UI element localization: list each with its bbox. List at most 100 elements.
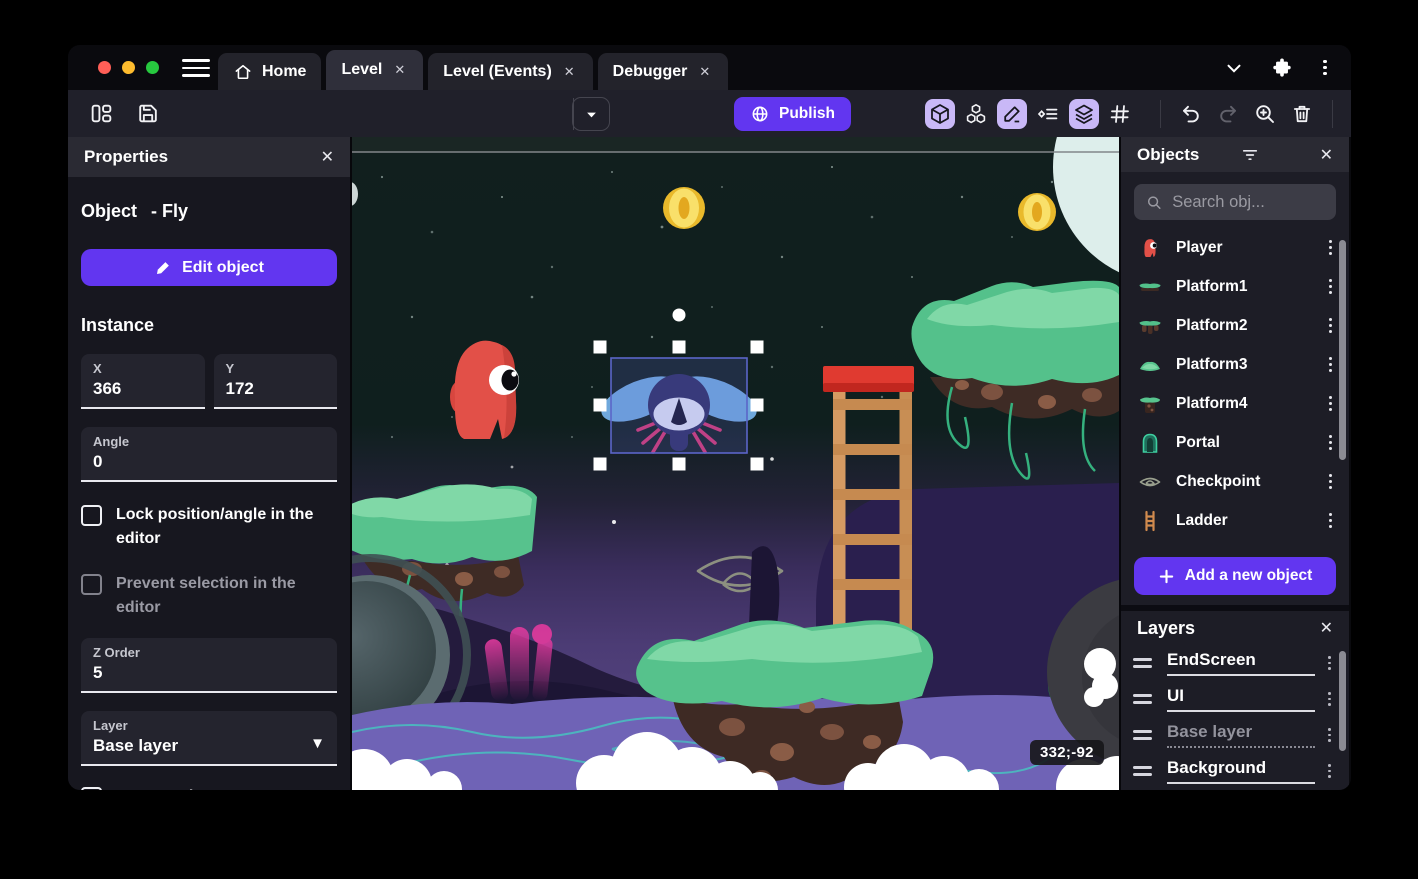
- object-menu-icon[interactable]: [1325, 236, 1336, 259]
- undo-icon[interactable]: [1176, 99, 1206, 129]
- save-icon[interactable]: [132, 99, 162, 129]
- properties-title: Properties: [84, 147, 169, 166]
- tab-label: Level: [341, 61, 383, 78]
- object-menu-icon[interactable]: [1325, 314, 1336, 337]
- layers-panel: Layers ✕ EndScreen UI Base layer Backgro…: [1121, 611, 1349, 790]
- lock-position-checkbox-row[interactable]: Lock position/angle in the editor: [81, 503, 337, 551]
- tab-close-icon[interactable]: ✕: [391, 60, 408, 80]
- close-layers-icon[interactable]: ✕: [1320, 618, 1333, 638]
- coin[interactable]: [663, 187, 705, 229]
- drag-handle-icon[interactable]: [1133, 658, 1152, 668]
- platform2-object-icon: [1137, 313, 1163, 339]
- instances-list-icon[interactable]: [1033, 99, 1063, 129]
- chevron-down-icon[interactable]: [1223, 57, 1245, 79]
- titlebar: Home Level ✕ Level (Events) ✕ Debugger ✕: [68, 45, 1351, 90]
- layer-item-ui[interactable]: UI: [1121, 681, 1349, 717]
- close-properties-icon[interactable]: ✕: [321, 147, 334, 167]
- object-menu-icon[interactable]: [1325, 275, 1336, 298]
- add-object-button[interactable]: Add a new object: [1134, 557, 1336, 595]
- right-panel: Objects ✕ Player Platform: [1119, 137, 1349, 790]
- chevron-down-icon: ▼: [310, 735, 325, 752]
- object-item-portal[interactable]: Portal: [1121, 423, 1349, 462]
- filter-icon[interactable]: [1240, 145, 1260, 165]
- object-item-platform1[interactable]: Platform1: [1121, 267, 1349, 306]
- platform1-object-icon: [1137, 274, 1163, 300]
- panels-layout-icon[interactable]: [86, 99, 116, 129]
- cursor-coordinates-badge: 332;-92: [1030, 740, 1104, 765]
- properties-pencil-icon[interactable]: [997, 98, 1027, 129]
- objects-scrollbar[interactable]: [1339, 240, 1346, 460]
- object-menu-icon[interactable]: [1325, 509, 1336, 532]
- edit-object-button[interactable]: Edit object: [81, 249, 337, 286]
- drag-handle-icon[interactable]: [1133, 694, 1152, 704]
- plus-icon: [1159, 569, 1173, 583]
- objects-panel: Objects ✕ Player Platform: [1121, 137, 1349, 605]
- extensions-puzzle-icon[interactable]: [1271, 57, 1293, 79]
- preview-button[interactable]: Preview: [572, 97, 655, 198]
- objects-search[interactable]: [1134, 184, 1336, 220]
- lock-position-checkbox[interactable]: [81, 505, 102, 526]
- minimize-window-button[interactable]: [122, 61, 135, 74]
- zoom-in-icon[interactable]: [1250, 99, 1280, 129]
- more-menu-icon[interactable]: [1319, 56, 1331, 80]
- checkpoint-object-icon: [1137, 469, 1163, 495]
- layer-item-endscreen[interactable]: EndScreen: [1121, 645, 1349, 681]
- layer-item-base-layer[interactable]: Base layer: [1121, 717, 1349, 753]
- drag-handle-icon[interactable]: [1133, 766, 1152, 776]
- grid-icon[interactable]: [1105, 99, 1135, 129]
- y-position-field[interactable]: Y 172: [213, 354, 337, 409]
- app-window: Home Level ✕ Level (Events) ✕ Debugger ✕: [68, 45, 1351, 790]
- object-menu-icon[interactable]: [1325, 392, 1336, 415]
- edit-scene-properties-icon[interactable]: [1345, 99, 1351, 129]
- object-groups-icon[interactable]: [961, 99, 991, 129]
- object-item-checkpoint[interactable]: Checkpoint: [1121, 462, 1349, 501]
- z-order-field[interactable]: Z Order 5: [81, 638, 337, 693]
- layers-scrollbar[interactable]: [1339, 651, 1346, 751]
- delete-trash-icon[interactable]: [1287, 99, 1317, 129]
- object-item-player[interactable]: Player: [1121, 228, 1349, 267]
- object-item-platform3[interactable]: Platform3: [1121, 345, 1349, 384]
- rotate-handle[interactable]: [672, 308, 686, 322]
- tab-close-icon[interactable]: ✕: [696, 62, 713, 82]
- player-object-icon: [1137, 235, 1163, 261]
- tab-home[interactable]: Home: [218, 53, 322, 90]
- maximize-window-button[interactable]: [146, 61, 159, 74]
- main-menu-icon[interactable]: [182, 59, 210, 77]
- custom-size-checkbox-row[interactable]: Custom size: [81, 785, 337, 790]
- preview-dropdown-arrow[interactable]: [573, 98, 609, 130]
- tab-label: Level (Events): [443, 62, 552, 80]
- tab-level[interactable]: Level ✕: [326, 50, 424, 90]
- angle-field[interactable]: Angle 0: [81, 427, 337, 482]
- publish-button[interactable]: Publish: [734, 97, 851, 131]
- prevent-selection-checkbox[interactable]: [81, 574, 102, 595]
- layer-item-background[interactable]: Background: [1121, 753, 1349, 789]
- layer-menu-icon[interactable]: [1324, 688, 1335, 709]
- pencil-icon: [157, 261, 169, 274]
- platform3-object-icon: [1137, 352, 1163, 378]
- objects-search-input[interactable]: [1172, 192, 1324, 212]
- layer-menu-icon[interactable]: [1324, 724, 1335, 745]
- close-window-button[interactable]: [98, 61, 111, 74]
- tab-debugger[interactable]: Debugger ✕: [597, 53, 729, 90]
- tab-level-events[interactable]: Level (Events) ✕: [428, 53, 593, 90]
- x-position-field[interactable]: X 366: [81, 354, 205, 409]
- object-item-ladder[interactable]: Ladder: [1121, 501, 1349, 540]
- prevent-selection-checkbox-row[interactable]: Prevent selection in the editor: [81, 572, 337, 620]
- tab-close-icon[interactable]: ✕: [561, 62, 578, 82]
- object-menu-icon[interactable]: [1325, 353, 1336, 376]
- scene-canvas[interactable]: 332;-92: [352, 137, 1119, 790]
- layers-panel-icon[interactable]: [1069, 98, 1099, 129]
- objects-panel-icon[interactable]: [925, 98, 955, 129]
- redo-icon[interactable]: [1213, 99, 1243, 129]
- drag-handle-icon[interactable]: [1133, 730, 1152, 740]
- object-menu-icon[interactable]: [1325, 470, 1336, 493]
- layer-menu-icon[interactable]: [1324, 652, 1335, 673]
- layer-menu-icon[interactable]: [1324, 760, 1335, 781]
- layer-select[interactable]: Layer Base layer ▼: [81, 711, 337, 766]
- close-objects-icon[interactable]: ✕: [1320, 145, 1333, 165]
- coin[interactable]: [1018, 193, 1056, 231]
- object-item-platform2[interactable]: Platform2: [1121, 306, 1349, 345]
- custom-size-checkbox[interactable]: [81, 787, 102, 790]
- object-menu-icon[interactable]: [1325, 431, 1336, 454]
- object-item-platform4[interactable]: Platform4: [1121, 384, 1349, 423]
